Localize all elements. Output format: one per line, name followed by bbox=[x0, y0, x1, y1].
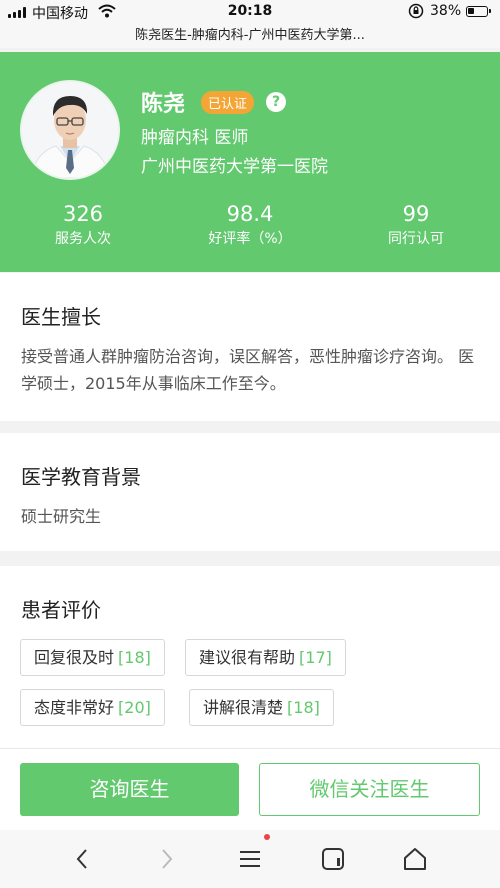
page-title: 陈尧医生-肿瘤内科-广州中医药大学第... bbox=[135, 28, 365, 43]
top-chrome: 中国移动 20:18 38% 陈尧医生-肿瘤内科-广州中医药大学第... bbox=[0, 0, 500, 48]
back-icon[interactable] bbox=[68, 844, 98, 874]
review-tag[interactable]: 建议很有帮助 [17] bbox=[185, 639, 346, 676]
doctor-department: 肿瘤内科 医师 bbox=[141, 128, 249, 148]
review-tag-count: [18] bbox=[287, 698, 320, 717]
review-tag-label: 讲解很清楚 bbox=[203, 698, 284, 717]
education-section: 医学教育背景 硕士研究生 bbox=[0, 433, 500, 551]
battery-icon bbox=[466, 6, 491, 17]
stat-label: 同行认可 bbox=[388, 231, 444, 247]
menu-icon[interactable] bbox=[235, 844, 265, 874]
stat-value: 98.4 bbox=[226, 202, 274, 226]
browser-nav bbox=[0, 830, 500, 888]
review-tag-count: [17] bbox=[299, 648, 332, 667]
forward-icon[interactable] bbox=[151, 844, 181, 874]
stat-label: 好评率（%） bbox=[208, 231, 292, 247]
doctor-stats: 326 服务人次 98.4 好评率（%） 99 同行认可 bbox=[0, 202, 500, 258]
stat-rating: 98.4 好评率（%） bbox=[180, 202, 320, 248]
doctor-avatar[interactable] bbox=[20, 80, 120, 180]
stat-value: 99 bbox=[402, 202, 430, 226]
expertise-section: 医生擅长 接受普通人群肿瘤防治咨询，误区解答，恶性肿瘤诊疗咨询。 医学硕士，20… bbox=[0, 273, 500, 421]
stat-label: 服务人次 bbox=[55, 231, 111, 247]
action-bar: 咨询医生 微信关注医生 bbox=[0, 748, 500, 830]
stat-service-count: 326 服务人次 bbox=[13, 202, 153, 248]
reviews-title: 患者评价 bbox=[21, 598, 101, 622]
stat-value: 326 bbox=[62, 202, 104, 226]
review-tag-count: [20] bbox=[118, 698, 151, 717]
education-body: 硕士研究生 bbox=[21, 507, 102, 526]
doctor-hospital: 广州中医药大学第一医院 bbox=[141, 157, 328, 177]
review-tag-label: 建议很有帮助 bbox=[199, 648, 296, 667]
wechat-follow-button[interactable]: 微信关注医生 bbox=[259, 763, 480, 816]
rotation-lock-icon bbox=[408, 3, 424, 23]
status-bar: 中国移动 20:18 38% bbox=[0, 0, 500, 24]
review-tag[interactable]: 态度非常好 [20] bbox=[20, 689, 165, 726]
review-tag[interactable]: 讲解很清楚 [18] bbox=[189, 689, 334, 726]
review-tag-count: [18] bbox=[118, 648, 151, 667]
review-tag-label: 回复很及时 bbox=[34, 648, 115, 667]
verified-badge: 已认证 bbox=[201, 91, 255, 114]
reviews-section: 患者评价 回复很及时 [18] 建议很有帮助 [17] 态度非常好 [20] 讲解很清… bbox=[0, 566, 500, 748]
education-title: 医学教育背景 bbox=[21, 465, 141, 489]
review-tag[interactable]: 回复很及时 [18] bbox=[20, 639, 165, 676]
notification-dot bbox=[264, 834, 270, 840]
doctor-header: 陈尧 已认证 ? 肿瘤内科 医师 广州中医药大学第一医院 326 服务人次 98… bbox=[0, 52, 500, 272]
expertise-title: 医生擅长 bbox=[21, 305, 101, 329]
review-tag-label: 态度非常好 bbox=[34, 698, 115, 717]
battery-percent: 38% bbox=[430, 3, 462, 19]
doctor-name: 陈尧 bbox=[141, 92, 186, 117]
stat-peer-approval: 99 同行认可 bbox=[346, 202, 486, 248]
help-icon[interactable]: ? bbox=[266, 92, 286, 112]
clock: 20:18 bbox=[227, 3, 273, 19]
expertise-body: 接受普通人群肿瘤防治咨询，误区解答，恶性肿瘤诊疗咨询。 医学硕士，2015年从事… bbox=[21, 347, 475, 393]
home-icon[interactable] bbox=[400, 844, 430, 874]
tabs-icon[interactable] bbox=[318, 844, 348, 874]
consult-doctor-button[interactable]: 咨询医生 bbox=[20, 763, 239, 816]
